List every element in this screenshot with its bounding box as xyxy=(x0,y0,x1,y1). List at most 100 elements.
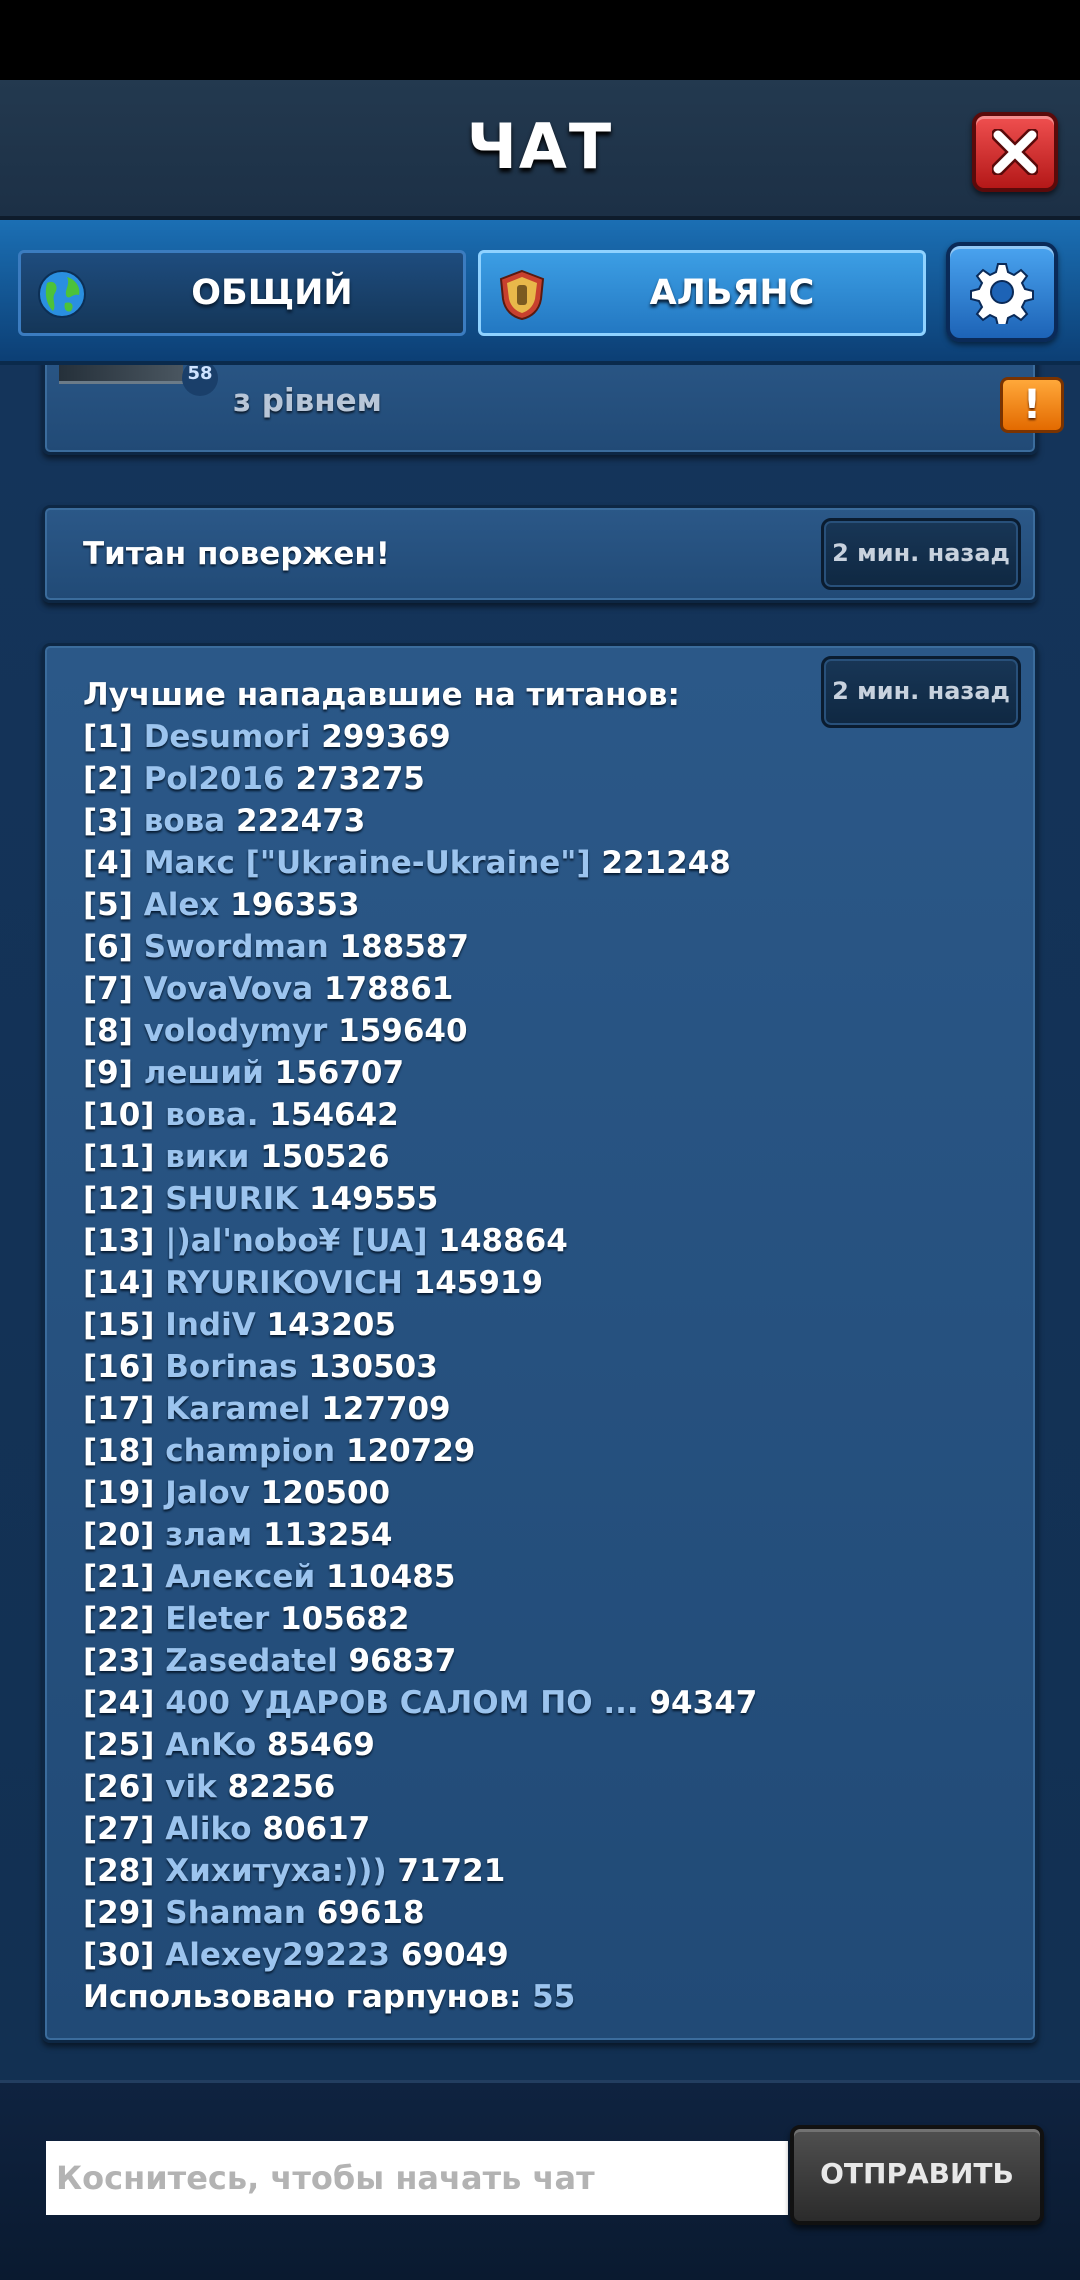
ranking-row: [21] Алексей 110485 xyxy=(83,1556,783,1598)
ranking-score: 222473 xyxy=(235,803,366,839)
ranking-row: [18] champion 120729 xyxy=(83,1430,783,1472)
player-name-link[interactable]: AnKo xyxy=(165,1727,256,1763)
ranking-row: [16] Borinas 130503 xyxy=(83,1346,783,1388)
ranking-score: 94347 xyxy=(649,1685,758,1721)
player-name-link[interactable]: champion xyxy=(165,1433,335,1469)
ranking-score: 156707 xyxy=(274,1055,405,1091)
avatar[interactable] xyxy=(59,365,183,384)
ranking-row: [3] вова 222473 xyxy=(83,800,783,842)
tab-alliance[interactable]: АЛЬЯНС xyxy=(478,250,926,336)
player-name-link[interactable]: вова xyxy=(144,803,225,839)
close-button[interactable] xyxy=(972,112,1058,192)
player-name-link[interactable]: Zasedatel xyxy=(165,1643,337,1679)
player-name-link[interactable]: Alexey29223 xyxy=(165,1937,390,1973)
ranking-position: [1] xyxy=(83,719,133,755)
report-warning-icon[interactable]: ! xyxy=(1000,377,1064,433)
ranking-position: [6] xyxy=(83,929,133,965)
player-name-link[interactable]: Pol2016 xyxy=(144,761,285,797)
player-name-link[interactable]: Swordman xyxy=(144,929,329,965)
player-name-link[interactable]: вова. xyxy=(165,1097,258,1133)
ranking-position: [11] xyxy=(83,1139,155,1175)
player-name-link[interactable]: Alex xyxy=(144,887,220,923)
player-name-link[interactable]: vik xyxy=(165,1769,216,1805)
ranking-position: [30] xyxy=(83,1937,155,1973)
ranking-position: [22] xyxy=(83,1601,155,1637)
player-name-link[interactable]: леший xyxy=(144,1055,264,1091)
settings-button[interactable] xyxy=(946,242,1058,342)
rankings-heading: Лучшие нападавшие на титанов: xyxy=(83,677,680,713)
rankings-list: Лучшие нападавшие на титанов: [1] Desumo… xyxy=(83,674,783,2018)
player-name-link[interactable]: SHURIK xyxy=(165,1181,298,1217)
player-name-link[interactable]: Desumori xyxy=(144,719,311,755)
ranking-position: [26] xyxy=(83,1769,155,1805)
player-name-link[interactable]: Макс ["Ukraine-Ukraine"] xyxy=(144,845,591,881)
ranking-score: 149555 xyxy=(308,1181,439,1217)
ranking-position: [12] xyxy=(83,1181,155,1217)
ranking-row: [12] SHURIK 149555 xyxy=(83,1178,783,1220)
ranking-score: 221248 xyxy=(601,845,731,881)
ranking-row: [8] volodymyr 159640 xyxy=(83,1010,783,1052)
ranking-row: [27] Aliko 80617 xyxy=(83,1808,783,1850)
ranking-score: 273275 xyxy=(295,761,425,797)
ranking-row: [4] Макс ["Ukraine-Ukraine"] 221248 xyxy=(83,842,783,884)
ranking-position: [13] xyxy=(83,1223,155,1259)
ranking-position: [27] xyxy=(83,1811,155,1847)
ranking-position: [2] xyxy=(83,761,133,797)
ranking-row: [30] Alexey29223 69049 xyxy=(83,1934,783,1976)
ranking-row: [23] Zasedatel 96837 xyxy=(83,1640,783,1682)
ranking-score: 82256 xyxy=(227,1769,336,1805)
ranking-score: 196353 xyxy=(230,887,360,923)
player-name-link[interactable]: Karamel xyxy=(165,1391,310,1427)
chat-input[interactable] xyxy=(46,2141,788,2215)
timestamp-badge: 2 мин. назад xyxy=(821,518,1021,590)
gear-icon xyxy=(970,263,1034,324)
ranking-score: 69618 xyxy=(316,1895,425,1931)
ranking-position: [15] xyxy=(83,1307,155,1343)
ranking-position: [21] xyxy=(83,1559,155,1595)
chat-message-list[interactable]: 58 з рівнем ! Титан повержен! 2 мин. наз… xyxy=(0,365,1080,2080)
player-name-link[interactable]: IndiV xyxy=(165,1307,255,1343)
player-name-link[interactable]: Aliko xyxy=(165,1811,251,1847)
ranking-row: [6] Swordman 188587 xyxy=(83,926,783,968)
ranking-row: [7] VovaVova 178861 xyxy=(83,968,783,1010)
chat-header: ЧАТ xyxy=(0,80,1080,220)
ranking-position: [16] xyxy=(83,1349,155,1385)
ranking-score: 120729 xyxy=(345,1433,476,1469)
player-name-link[interactable]: RYURIKOVICH xyxy=(165,1265,403,1301)
ranking-row: [24] 400 УДАРОВ САЛОМ ПО ... 94347 xyxy=(83,1682,783,1724)
player-name-link[interactable]: Jalov xyxy=(165,1475,250,1511)
player-name-link[interactable]: Хихитуха:))) xyxy=(165,1853,386,1889)
status-bar xyxy=(0,0,1080,80)
ranking-score: 143205 xyxy=(266,1307,396,1343)
player-name-link[interactable]: Shaman xyxy=(165,1895,306,1931)
ranking-position: [29] xyxy=(83,1895,155,1931)
ranking-row: [5] Alex 196353 xyxy=(83,884,783,926)
tab-alliance-label: АЛЬЯНС xyxy=(649,273,815,313)
player-name-link[interactable]: Borinas xyxy=(165,1349,297,1385)
ranking-row: [26] vik 82256 xyxy=(83,1766,783,1808)
message-card-rankings: 2 мин. назад Лучшие нападавшие на титано… xyxy=(42,643,1038,2043)
player-name-link[interactable]: VovaVova xyxy=(144,971,313,1007)
ranking-position: [20] xyxy=(83,1517,155,1553)
player-name-link[interactable]: Eleter xyxy=(165,1601,269,1637)
ranking-position: [19] xyxy=(83,1475,155,1511)
ranking-score: 148864 xyxy=(438,1223,568,1259)
ranking-row: [13] |)al'nobo¥ [UA] 148864 xyxy=(83,1220,783,1262)
message-card-partial: 58 з рівнем xyxy=(42,365,1038,455)
ranking-score: 159640 xyxy=(338,1013,468,1049)
message-text: з рівнем xyxy=(233,383,383,419)
player-name-link[interactable]: злам xyxy=(165,1517,252,1553)
send-button[interactable]: ОТПРАВИТЬ xyxy=(790,2125,1044,2225)
ranking-row: [28] Хихитуха:))) 71721 xyxy=(83,1850,783,1892)
ranking-row: [11] вики 150526 xyxy=(83,1136,783,1178)
ranking-score: 85469 xyxy=(266,1727,375,1763)
tab-general[interactable]: ОБЩИЙ xyxy=(18,250,466,336)
ranking-score: 105682 xyxy=(280,1601,410,1637)
ranking-score: 96837 xyxy=(348,1643,457,1679)
summary-label: Использовано гарпунов: xyxy=(83,1979,522,2015)
player-name-link[interactable]: Алексей xyxy=(165,1559,315,1595)
player-name-link[interactable]: 400 УДАРОВ САЛОМ ПО ... xyxy=(165,1685,638,1721)
player-name-link[interactable]: volodymyr xyxy=(144,1013,328,1049)
player-name-link[interactable]: |)al'nobo¥ [UA] xyxy=(165,1223,427,1259)
player-name-link[interactable]: вики xyxy=(165,1139,249,1175)
